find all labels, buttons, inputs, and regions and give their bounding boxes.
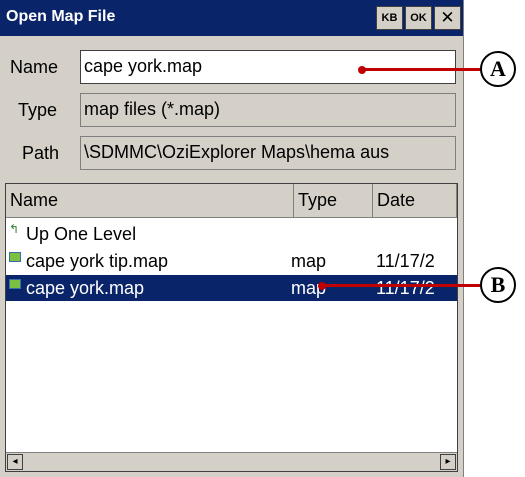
scroll-left-button[interactable]: ◂	[7, 454, 23, 470]
type-field[interactable]: map files (*.map)	[80, 93, 456, 127]
file-name: cape york tip.map	[26, 251, 169, 271]
column-header-name[interactable]: Name	[6, 184, 294, 218]
close-button[interactable]: ✕	[434, 6, 461, 30]
arrow-left-icon: ◂	[12, 456, 18, 467]
column-header-type[interactable]: Type	[294, 184, 373, 218]
ok-button[interactable]: OK	[405, 6, 432, 30]
up-folder-icon: ↰	[9, 222, 20, 236]
name-label: Name	[10, 57, 59, 77]
close-icon: ✕	[440, 8, 455, 27]
keyboard-button[interactable]: KB	[376, 6, 403, 30]
file-date: 11/17/2	[376, 251, 435, 271]
map-file-icon	[9, 252, 21, 262]
file-name: cape york.map	[26, 278, 145, 298]
file-date: 11/17/2	[376, 278, 435, 298]
callout-a-leader-line	[362, 68, 482, 71]
column-header-date[interactable]: Date	[373, 184, 457, 218]
list-item-file-selected[interactable]: cape york.map map 11/17/2	[6, 275, 457, 301]
open-map-file-dialog: Open Map File KB OK ✕ Name cape york.map…	[0, 0, 464, 477]
callout-b: B	[480, 267, 516, 303]
scroll-right-button[interactable]: ▸	[440, 454, 456, 470]
map-file-icon	[9, 279, 21, 289]
arrow-right-icon: ▸	[445, 456, 451, 467]
horizontal-scrollbar[interactable]: ◂ ▸	[6, 452, 457, 471]
list-item-file[interactable]: cape york tip.map map 11/17/2	[6, 248, 457, 274]
callout-a: A	[480, 51, 516, 87]
list-item-up-one-level[interactable]: ↰ Up One Level	[6, 221, 457, 247]
path-field[interactable]: \SDMMC\OziExplorer Maps\hema aus	[80, 136, 456, 170]
file-list: Name Type Date ↰ Up One Level cape york …	[5, 183, 458, 472]
name-input[interactable]: cape york.map	[80, 50, 456, 84]
callout-b-leader-line	[322, 284, 482, 287]
dialog-title: Open Map File	[6, 8, 116, 25]
file-type: map	[291, 251, 327, 271]
path-label: Path	[22, 143, 60, 163]
title-bar: Open Map File KB OK ✕	[0, 0, 463, 36]
file-name: Up One Level	[26, 224, 137, 244]
type-label: Type	[18, 100, 58, 120]
